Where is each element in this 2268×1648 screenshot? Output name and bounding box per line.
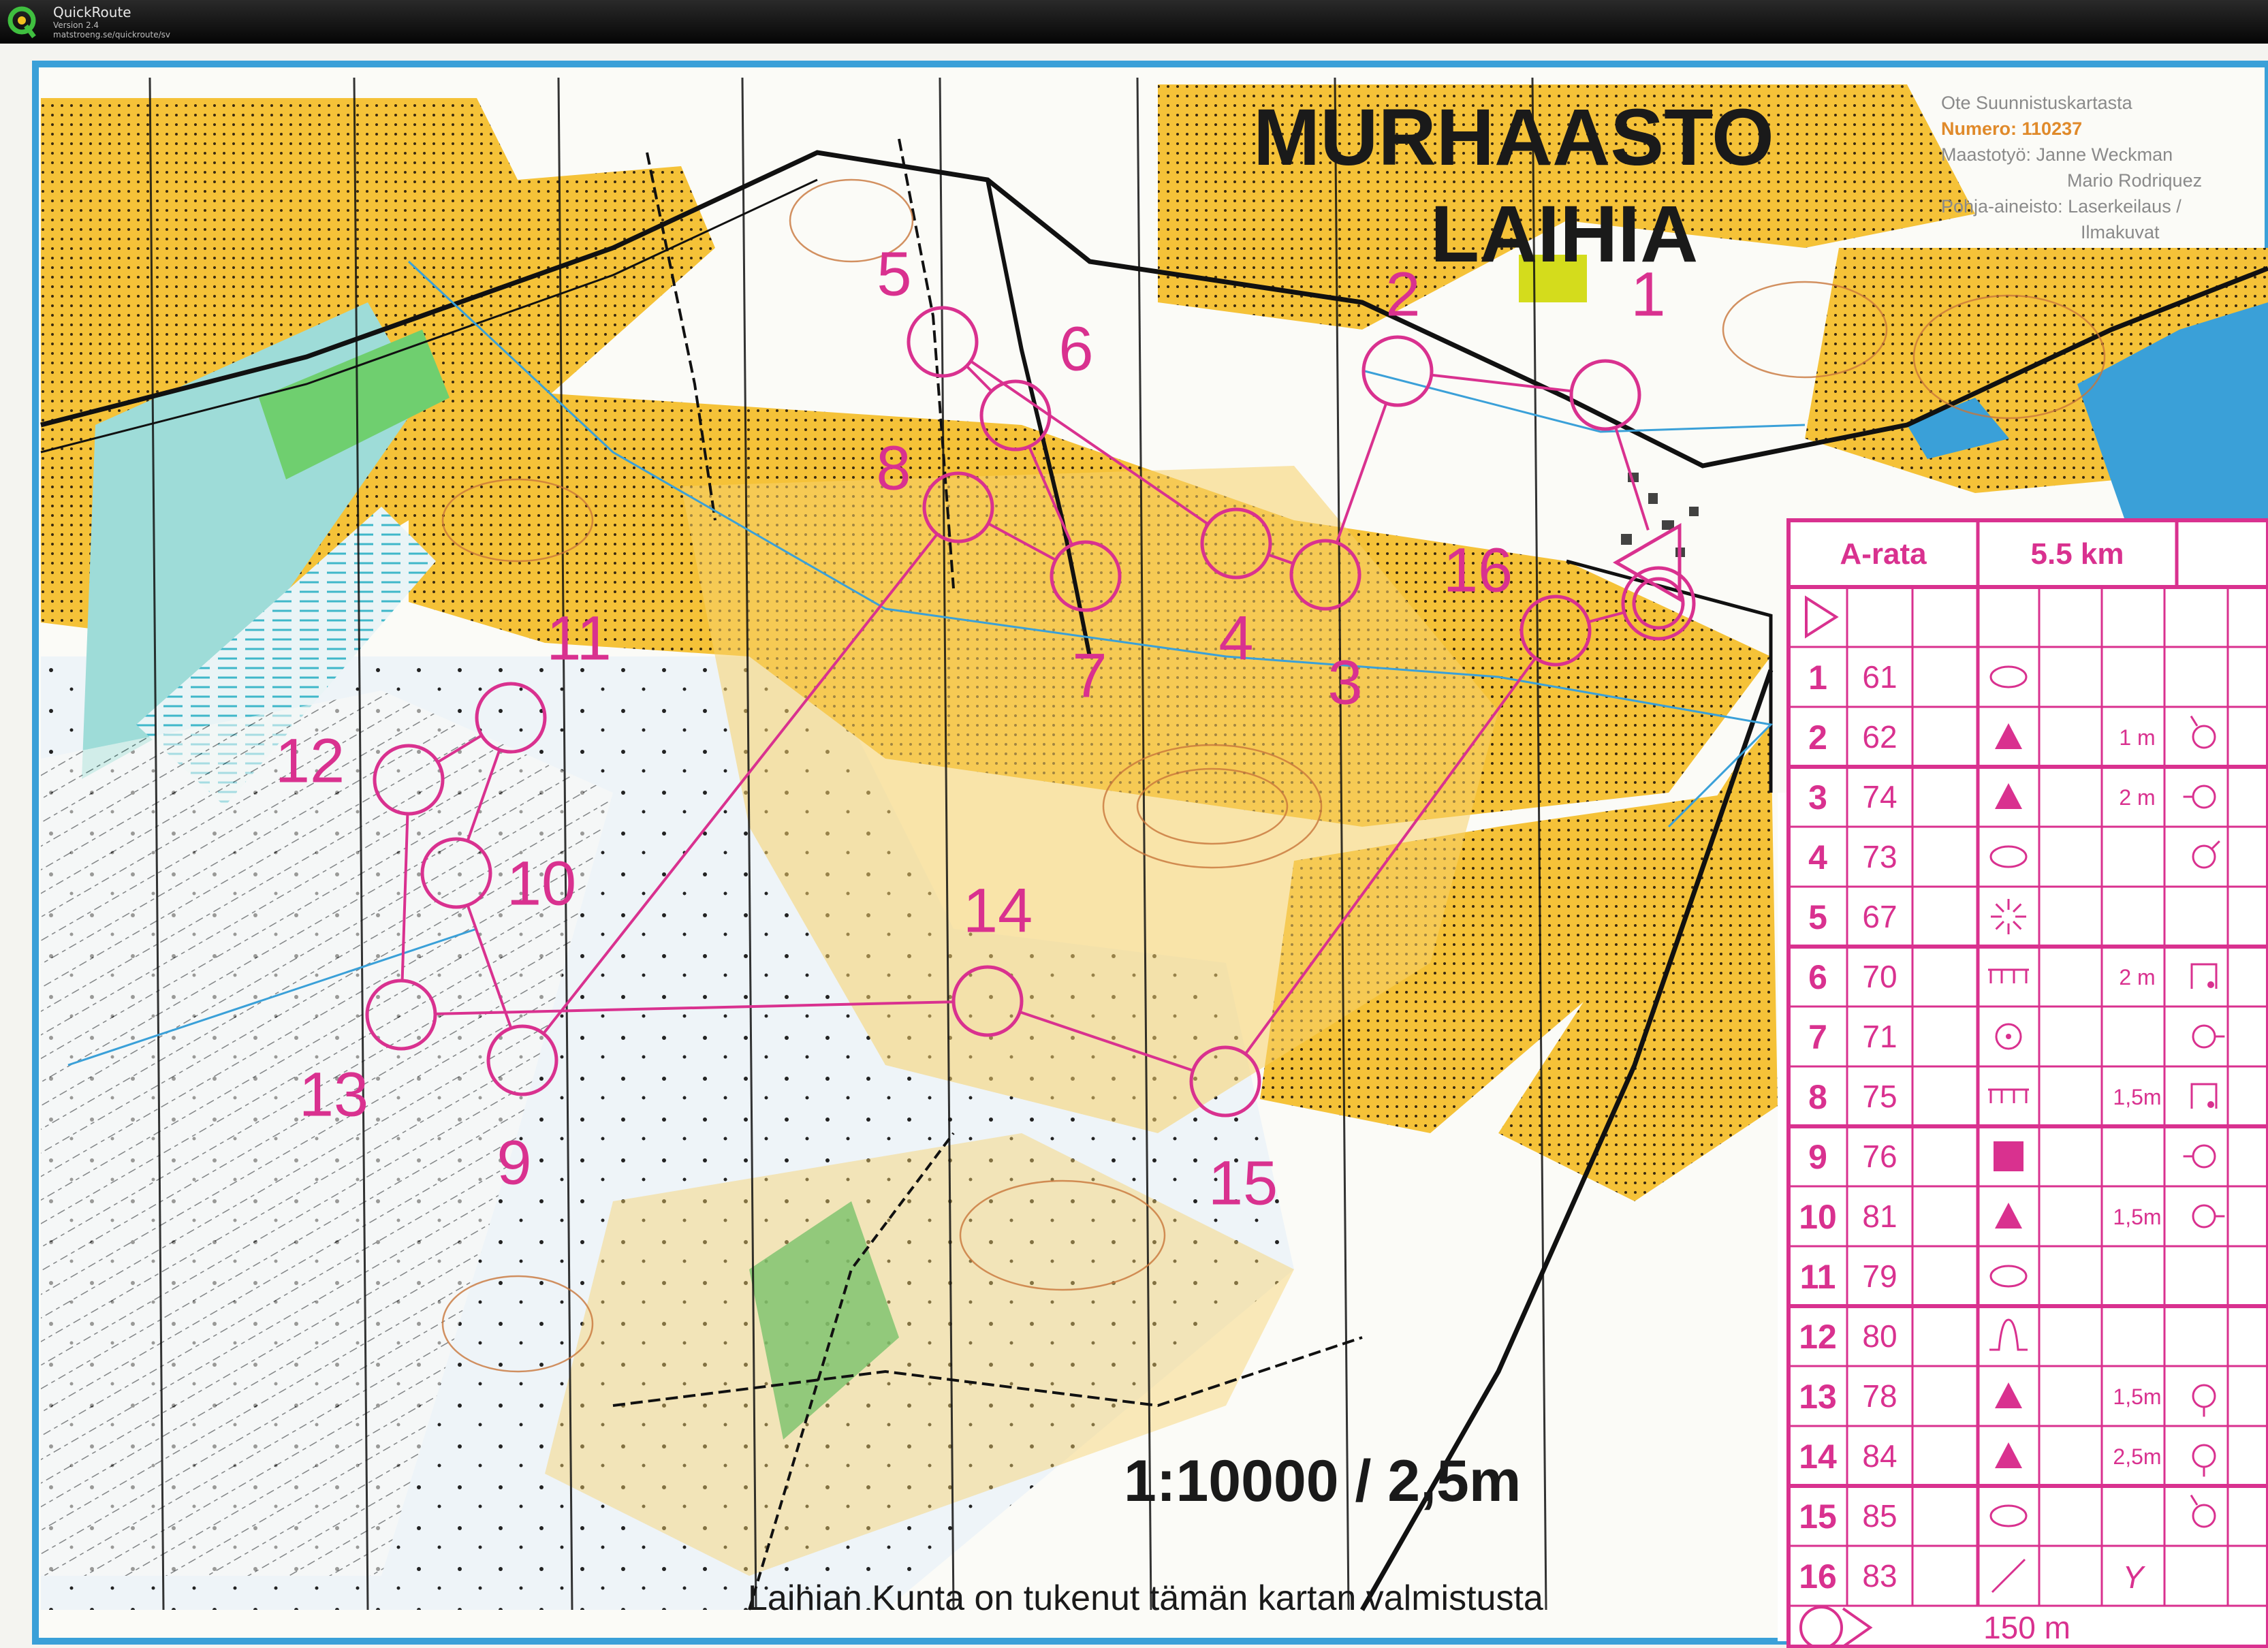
control-number-8: 8 (876, 433, 911, 503)
description-control-code: 73 (1862, 839, 1897, 874)
description-control-code: 85 (1862, 1498, 1897, 1534)
description-control-code: 70 (1862, 959, 1897, 994)
description-dimension: 1,5m (2113, 1085, 2161, 1109)
app-title: QuickRoute (53, 4, 131, 20)
info-line: Mario Rodriquez (2067, 170, 2202, 191)
description-control-number: 9 (1808, 1138, 1827, 1176)
description-dimension: 1,5m (2113, 1205, 2161, 1229)
control-number-16: 16 (1443, 535, 1513, 605)
description-control-code: 78 (1862, 1378, 1897, 1414)
description-control-code: 61 (1862, 659, 1897, 695)
map-credit: Laihian Kunta on tukenut tämän kartan va… (748, 1579, 1543, 1618)
description-control-number: 13 (1799, 1378, 1837, 1416)
description-control-code: 75 (1862, 1079, 1897, 1114)
orienteering-map[interactable]: MURHAASTO LAIHIA Ote Suunnistuskartasta … (0, 44, 2268, 1648)
map-number: Numero: 110237 (1941, 118, 2082, 139)
description-control-code: 76 (1862, 1139, 1897, 1174)
map-title: MURHAASTO (1253, 93, 1774, 183)
description-control-number: 10 (1799, 1198, 1837, 1236)
control-number-12: 12 (275, 726, 345, 795)
description-control-code: 84 (1862, 1438, 1897, 1474)
control-description-sheet: A-rata 5.5 km1 612 62 1 m3 74 2 m4 735 676 70 2 m7… (1786, 518, 2268, 1648)
description-control-code: 67 (1862, 899, 1897, 934)
info-line: Pohja-aineisto: Laserkeilaus / (1941, 196, 2182, 217)
description-control-code: 80 (1862, 1318, 1897, 1354)
course-length: 5.5 km (2031, 537, 2124, 571)
description-control-number: 11 (1800, 1258, 1836, 1296)
description-control-number: 4 (1808, 838, 1827, 876)
description-dimension: 2 m (2119, 785, 2155, 810)
app-url: matstroeng.se/quickroute/sv (53, 30, 171, 39)
description-control-number: 15 (1799, 1498, 1837, 1536)
description-control-number: 7 (1808, 1018, 1827, 1056)
description-control-code: 62 (1862, 719, 1897, 755)
control-number-15: 15 (1208, 1148, 1278, 1218)
description-control-number: 2 (1808, 718, 1827, 757)
description-control-code: 79 (1862, 1258, 1897, 1294)
description-control-code: 71 (1862, 1019, 1897, 1054)
control-number-13: 13 (299, 1060, 368, 1129)
map-scale: 1:10000 / 2,5m (1124, 1448, 1521, 1514)
location-dot-icon (2207, 1101, 2214, 1108)
control-number-10: 10 (507, 849, 576, 918)
control-number-1: 1 (1631, 259, 1665, 329)
control-number-11: 11 (546, 603, 612, 673)
app-version: Version 2.4 (53, 20, 99, 30)
description-dimension: Y (2123, 1559, 2146, 1595)
finish-distance: 150 m (1983, 1610, 2070, 1645)
control-number-5: 5 (877, 239, 911, 308)
description-control-code: 81 (1862, 1199, 1897, 1234)
description-dimension: 2 m (2119, 965, 2155, 989)
course-name: A-rata (1840, 537, 1927, 571)
description-control-code: 83 (1862, 1558, 1897, 1594)
quickroute-logo-icon (7, 6, 36, 39)
description-dimension: 1,5m (2113, 1384, 2161, 1409)
control-number-6: 6 (1058, 314, 1093, 383)
description-control-number: 5 (1808, 898, 1827, 936)
description-control-number: 14 (1799, 1438, 1837, 1476)
info-line: Ote Suunnistuskartasta (1941, 93, 2133, 113)
description-control-code: 74 (1862, 779, 1897, 814)
info-line: Maastotyö: Janne Weckman (1941, 144, 2173, 165)
control-number-14: 14 (963, 876, 1033, 945)
boulder-field-icon (1994, 1141, 2023, 1171)
control-number-9: 9 (497, 1128, 531, 1197)
control-number-2: 2 (1385, 259, 1420, 329)
description-control-number: 16 (1799, 1557, 1837, 1596)
description-control-number: 6 (1808, 958, 1827, 996)
description-dimension: 2,5m (2113, 1444, 2161, 1469)
description-control-number: 8 (1808, 1078, 1827, 1116)
control-number-4: 4 (1218, 603, 1253, 673)
control-number-7: 7 (1072, 641, 1107, 710)
description-dimension: 1 m (2119, 725, 2155, 750)
depression-dot-icon (2006, 1034, 2011, 1039)
info-line: Ilmakuvat (2081, 222, 2160, 242)
description-control-number: 12 (1799, 1318, 1837, 1356)
location-dot-icon (2207, 981, 2214, 988)
control-number-3: 3 (1327, 648, 1362, 717)
description-control-number: 1 (1808, 659, 1827, 697)
map-viewport[interactable]: MURHAASTO LAIHIA Ote Suunnistuskartasta … (0, 44, 2268, 1648)
window-title-bar: QuickRoute Version 2.4 matstroeng.se/qui… (0, 0, 2268, 44)
description-control-number: 3 (1808, 778, 1827, 817)
